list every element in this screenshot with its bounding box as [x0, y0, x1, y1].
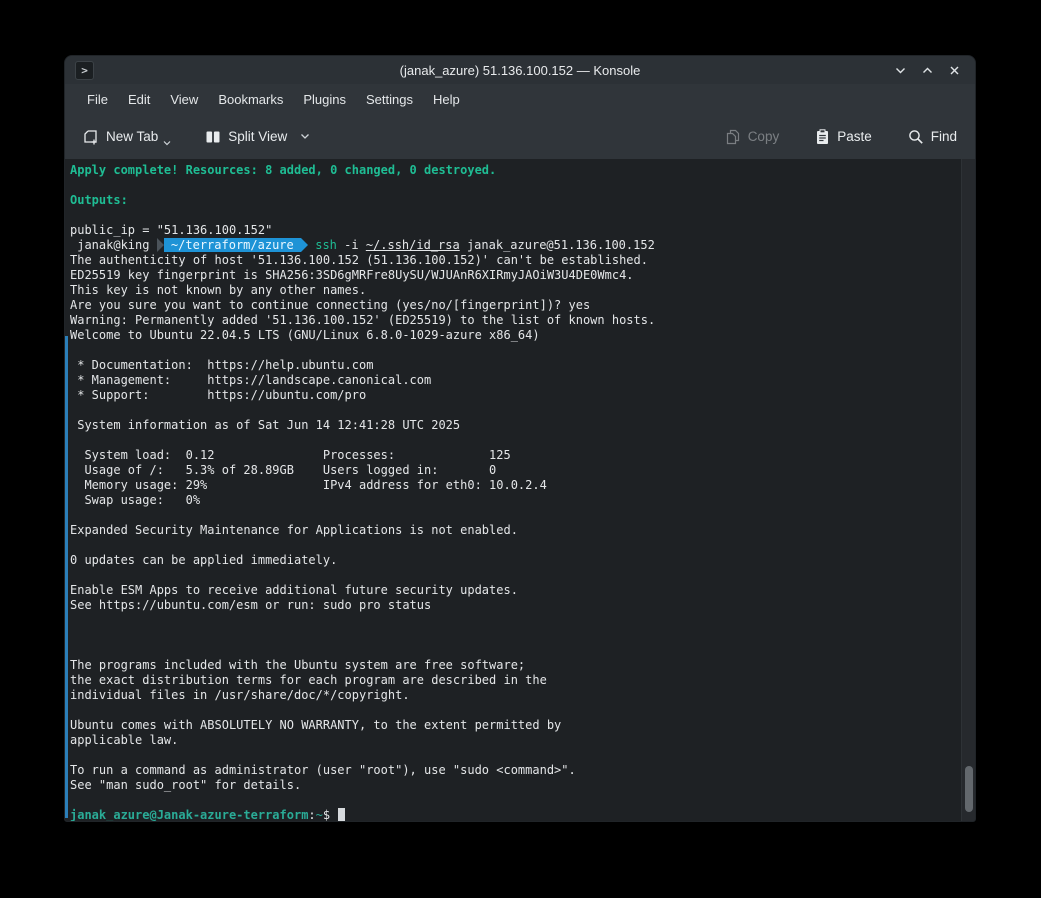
terminal-line — [70, 613, 961, 628]
terminal-line: Outputs: — [70, 193, 961, 208]
terminal-line — [70, 508, 961, 523]
terminal-line — [70, 628, 961, 643]
terminal-line: Usage of /: 5.3% of 28.89GB Users logged… — [70, 463, 961, 478]
konsole-app-icon: > — [75, 61, 94, 80]
terminal-line: Ubuntu comes with ABSOLUTELY NO WARRANTY… — [70, 718, 961, 733]
find-icon — [908, 129, 924, 145]
terminal-line: The programs included with the Ubuntu sy… — [70, 658, 961, 673]
terminal-line: ED25519 key fingerprint is SHA256:3SD6gM… — [70, 268, 961, 283]
terminal-line — [70, 643, 961, 658]
terminal-line: 0 updates can be applied immediately. — [70, 553, 961, 568]
terminal-line: See https://ubuntu.com/esm or run: sudo … — [70, 598, 961, 613]
copy-button: Copy — [721, 123, 784, 151]
terminal-line: Memory usage: 29% IPv4 address for eth0:… — [70, 478, 961, 493]
scrollbar[interactable] — [961, 159, 975, 821]
scrollbar-thumb[interactable] — [965, 766, 973, 812]
terminal-line: janak_azure@Janak-azure-terraform:~$ — [70, 808, 961, 821]
split-view-chevron-down-icon — [300, 133, 310, 140]
menu-item-settings[interactable]: Settings — [356, 88, 423, 111]
find-label: Find — [931, 129, 957, 144]
paste-button[interactable]: Paste — [811, 123, 876, 151]
terminal-line — [70, 538, 961, 553]
new-output-indicator — [65, 336, 68, 818]
minimize-icon[interactable] — [891, 61, 909, 79]
new-tab-menu-chevron-icon — [163, 140, 171, 146]
toolbar: New Tab Split View — [65, 114, 975, 159]
terminal-line: applicable law. — [70, 733, 961, 748]
terminal-line — [70, 343, 961, 358]
new-tab-button[interactable]: New Tab — [79, 122, 175, 152]
copy-label: Copy — [748, 129, 780, 144]
menubar: FileEditViewBookmarksPluginsSettingsHelp — [65, 84, 975, 114]
terminal-line: * Documentation: https://help.ubuntu.com — [70, 358, 961, 373]
terminal-line: See "man sudo_root" for details. — [70, 778, 961, 793]
terminal-line — [70, 403, 961, 418]
window-title: (janak_azure) 51.136.100.152 — Konsole — [65, 63, 975, 78]
terminal-line: System load: 0.12 Processes: 125 — [70, 448, 961, 463]
konsole-window: > (janak_azure) 51.136.100.152 — Konsole… — [64, 55, 976, 822]
split-view-label: Split View — [228, 129, 287, 144]
terminal-line: The authenticity of host '51.136.100.152… — [70, 253, 961, 268]
menu-item-edit[interactable]: Edit — [118, 88, 160, 111]
terminal-line: Expanded Security Maintenance for Applic… — [70, 523, 961, 538]
terminal-line: This key is not known by any other names… — [70, 283, 961, 298]
terminal-line — [70, 793, 961, 808]
menu-item-view[interactable]: View — [160, 88, 208, 111]
terminal-line: Swap usage: 0% — [70, 493, 961, 508]
menu-item-plugins[interactable]: Plugins — [293, 88, 356, 111]
terminal-line: System information as of Sat Jun 14 12:4… — [70, 418, 961, 433]
terminal-line: public_ip = "51.136.100.152" — [70, 223, 961, 238]
terminal-line: individual files in /usr/share/doc/*/cop… — [70, 688, 961, 703]
terminal-line — [70, 703, 961, 718]
terminal-view[interactable]: Apply complete! Resources: 8 added, 0 ch… — [65, 159, 975, 821]
terminal-output: Apply complete! Resources: 8 added, 0 ch… — [65, 159, 961, 821]
paste-label: Paste — [837, 129, 872, 144]
terminal-line: * Support: https://ubuntu.com/pro — [70, 388, 961, 403]
terminal-line: the exact distribution terms for each pr… — [70, 673, 961, 688]
menu-item-bookmarks[interactable]: Bookmarks — [208, 88, 293, 111]
terminal-line: Apply complete! Resources: 8 added, 0 ch… — [70, 163, 961, 178]
close-icon[interactable] — [945, 61, 963, 79]
terminal-line — [70, 568, 961, 583]
copy-icon — [725, 129, 741, 145]
terminal-line: * Management: https://landscape.canonica… — [70, 373, 961, 388]
terminal-line — [70, 748, 961, 763]
menu-item-help[interactable]: Help — [423, 88, 470, 111]
terminal-line — [70, 208, 961, 223]
terminal-line: Are you sure you want to continue connec… — [70, 298, 961, 313]
menu-item-file[interactable]: File — [77, 88, 118, 111]
terminal-line: janak@king ~/terraform/azure ssh -i ~/.s… — [70, 238, 961, 253]
terminal-line: Welcome to Ubuntu 22.04.5 LTS (GNU/Linux… — [70, 328, 961, 343]
window-controls — [891, 61, 975, 79]
terminal-line: To run a command as administrator (user … — [70, 763, 961, 778]
terminal-line: Warning: Permanently added '51.136.100.1… — [70, 313, 961, 328]
paste-icon — [815, 129, 830, 145]
terminal-line: Enable ESM Apps to receive additional fu… — [70, 583, 961, 598]
new-tab-icon — [83, 129, 99, 145]
titlebar[interactable]: > (janak_azure) 51.136.100.152 — Konsole — [65, 56, 975, 84]
split-view-button[interactable]: Split View — [201, 123, 314, 151]
terminal-line — [70, 178, 961, 193]
terminal-line — [70, 433, 961, 448]
maximize-icon[interactable] — [918, 61, 936, 79]
split-view-icon — [205, 129, 221, 145]
find-button[interactable]: Find — [904, 123, 961, 151]
new-tab-label: New Tab — [106, 129, 158, 144]
